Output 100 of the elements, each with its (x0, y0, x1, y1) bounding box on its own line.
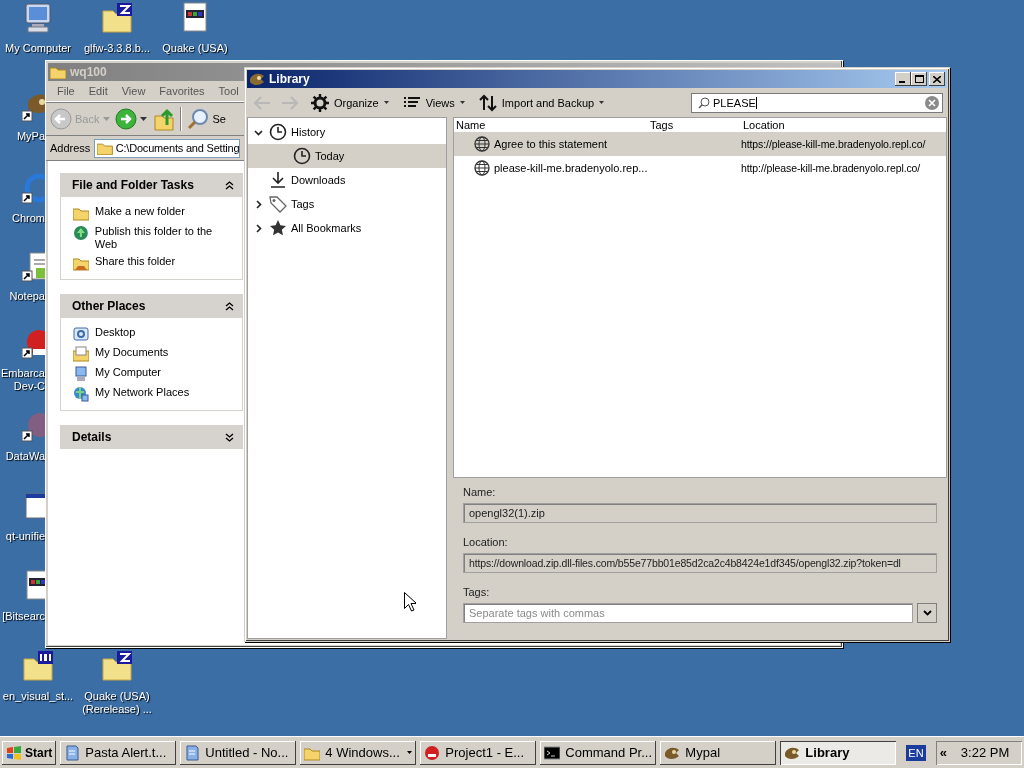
table-cell: Agree to this statement (494, 138, 608, 150)
globe-icon[interactable] (73, 225, 89, 241)
menu-item[interactable]: File (50, 85, 82, 97)
toolbar-menu-button[interactable]: Views (396, 91, 471, 114)
menu-item[interactable]: Tool (211, 85, 246, 97)
tree-item[interactable]: Downloads (248, 168, 446, 192)
address-label: Address (50, 142, 91, 154)
close-icon (933, 75, 941, 83)
taskbar-button[interactable]: Untitled - No... (180, 740, 297, 765)
field-label: Location: (463, 536, 509, 550)
task-link[interactable]: My Network Places (95, 386, 190, 399)
minimize-button[interactable] (895, 72, 911, 86)
maximize-button[interactable] (911, 72, 927, 86)
task-link[interactable]: My Documents (95, 346, 169, 359)
search-icon (187, 108, 210, 130)
expand-icon[interactable] (225, 432, 234, 442)
app-icon (249, 72, 265, 86)
dropdown-button[interactable] (917, 603, 937, 623)
list-row[interactable]: please-kill-me.bradenyolo.rep... http://please-kill-me.bradenyolo.repl.co/ (454, 156, 946, 180)
tree-item[interactable]: Today (248, 144, 446, 168)
tags-field[interactable]: Separate tags with commas (463, 603, 913, 623)
settings-icon (311, 93, 329, 112)
field-label: Tags: (463, 586, 491, 600)
icon-label: en_visual_st... (2, 690, 74, 703)
collapsed-chevron-icon[interactable] (254, 199, 263, 209)
icon-label: Embarca Dev-C (0, 367, 45, 393)
caret-icon (383, 101, 389, 104)
taskbar-button[interactable]: Project1 - E... (420, 740, 537, 765)
round-logo-icon[interactable] (22, 172, 45, 204)
window-title: Library (269, 72, 310, 86)
caret-icon[interactable] (140, 117, 148, 121)
language-indicator[interactable]: EN (906, 744, 926, 761)
chevron-down-icon (922, 610, 932, 616)
caret-icon (459, 101, 465, 104)
expanded-chevron-icon[interactable] (254, 127, 263, 137)
clock-icon (269, 123, 287, 141)
round-logo-icon[interactable] (22, 410, 45, 442)
tree-item[interactable]: All Bookmarks (248, 216, 446, 240)
windows-logo-icon (6, 745, 22, 760)
folder-icon[interactable] (101, 2, 133, 34)
search-button[interactable]: Se (186, 108, 227, 130)
toolbar-menu-button[interactable]: Import and Backup (472, 91, 611, 114)
task-link[interactable]: Desktop (95, 326, 136, 339)
task-link[interactable]: Share this folder (95, 255, 176, 268)
taskbar-button[interactable]: Pasta Alert.t... (60, 740, 177, 765)
table-cell-text: https://please-kill-me.bradenyolo.repl.co/ (741, 138, 927, 150)
round-logo-icon[interactable] (22, 327, 45, 359)
menu-item[interactable]: Edit (81, 85, 115, 97)
icon-label: MyPa (16, 130, 45, 143)
tag-icon (269, 195, 287, 213)
name-field[interactable]: opengl32(1).zip (463, 503, 937, 523)
taskbar-button[interactable]: Mypal (660, 740, 777, 765)
tree-item[interactable]: History (248, 120, 446, 144)
address-field[interactable]: C:\Documents and Setting (94, 138, 241, 158)
collapse-icon[interactable] (225, 180, 234, 190)
tree-item[interactable]: Tags (248, 192, 446, 216)
close-button[interactable] (929, 72, 945, 86)
location-field[interactable]: https://download.zip.dll-files.com/b55e77bb01e85d2ca2c4b8424e1df345/opengl32.zip?token=dl (463, 553, 937, 573)
show-hidden-icons-button[interactable]: « (939, 745, 947, 760)
clear-icon (925, 95, 939, 110)
taskbar-button[interactable]: Library (780, 740, 897, 765)
folder-icon[interactable] (22, 650, 54, 682)
task-link[interactable]: Make a new folder (95, 205, 185, 218)
download-icon (269, 171, 287, 189)
taskbar-button[interactable]: 4 Windows... (300, 740, 417, 765)
toolbar-menu-button[interactable]: Organize (305, 91, 395, 114)
window-icon[interactable] (22, 490, 45, 522)
table-cell-text: http://please-kill-me.bradenyolo.repl.co/ (741, 162, 922, 174)
collapse-icon[interactable] (225, 301, 234, 311)
star-icon (269, 219, 287, 237)
pane-title: Other Places (72, 299, 146, 313)
menu-item[interactable]: Favorites (152, 85, 212, 97)
search-field[interactable]: PLEASE (691, 92, 943, 113)
collapsed-chevron-icon[interactable] (254, 223, 263, 233)
folder-icon[interactable] (101, 650, 133, 682)
documents-icon[interactable] (73, 346, 89, 362)
caret-icon (599, 101, 605, 104)
network-icon[interactable] (73, 386, 89, 402)
column-header[interactable]: Tags (650, 118, 743, 132)
column-header[interactable]: Name (456, 118, 650, 132)
computer-icon[interactable] (22, 2, 54, 34)
task-pane-header[interactable]: Details (60, 425, 243, 449)
start-button[interactable]: Start (2, 740, 57, 765)
globe-icon (474, 136, 490, 152)
desktop-icon[interactable] (73, 326, 89, 342)
folder-icon (50, 65, 66, 79)
search-icon (698, 96, 710, 109)
list-row[interactable]: Agree to this statement https://please-kill-me.bradenyolo.repl.co/ (454, 132, 946, 156)
mouse-pointer-icon (404, 592, 416, 612)
task-link[interactable]: Publish this folder to the Web (94, 225, 236, 251)
task-link[interactable]: My Computer (95, 366, 162, 379)
task-pane-header[interactable]: Other Places (60, 294, 243, 318)
computer-icon[interactable] (73, 366, 89, 382)
clear-search-button[interactable] (925, 95, 939, 110)
task-pane-header[interactable]: File and Folder Tasks (60, 173, 243, 197)
icon-label: qt-unifie (5, 530, 45, 543)
taskbar-button[interactable]: Command Pr... (540, 740, 657, 765)
menu-item[interactable]: View (114, 85, 153, 97)
icon-label: Chrom (12, 212, 45, 225)
column-header[interactable]: Location (743, 118, 946, 132)
